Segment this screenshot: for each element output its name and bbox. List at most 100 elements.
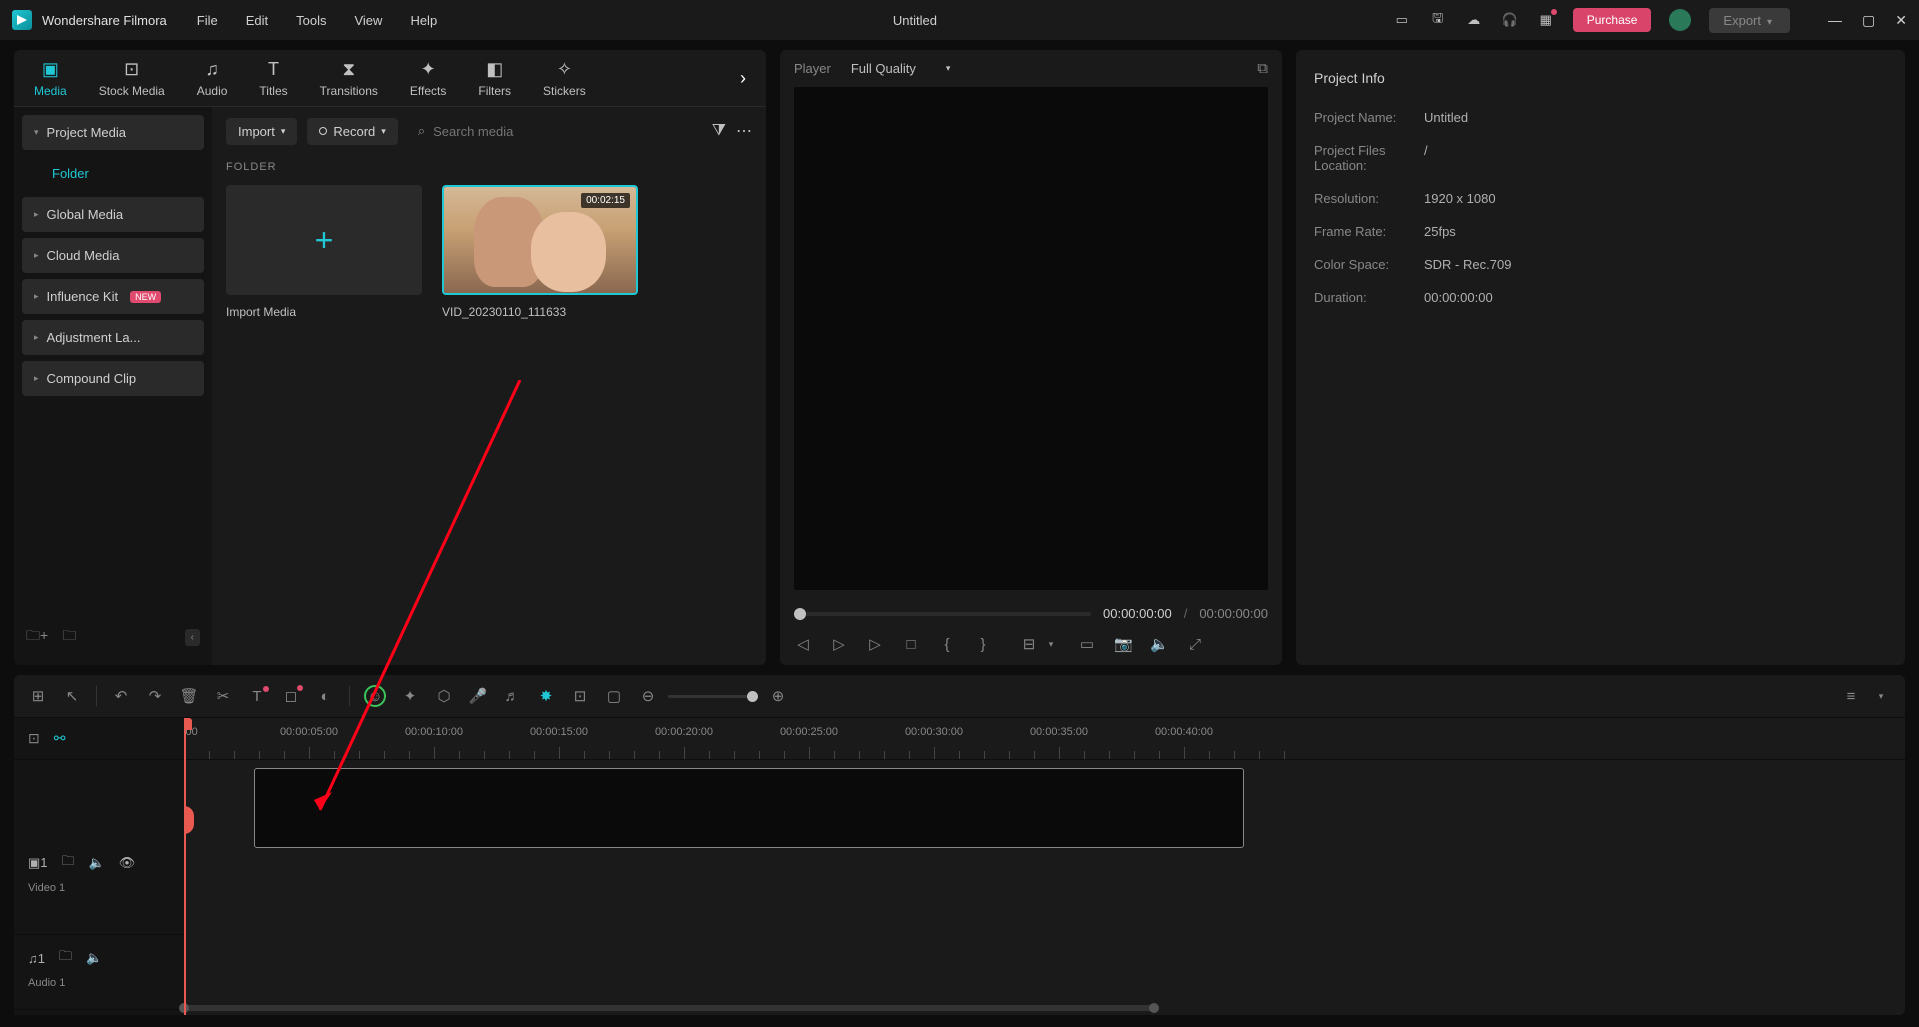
record-button[interactable]: Record ▾ [307, 118, 397, 145]
screen-icon[interactable]: ▭ [1078, 635, 1096, 653]
audio-track-header[interactable]: ♫1 🗀 🔈 Audio 1 [14, 935, 184, 1010]
ai-icon[interactable]: ☺ [364, 685, 386, 707]
support-icon[interactable]: 🎧 [1501, 11, 1519, 29]
menu-view[interactable]: View [354, 13, 382, 28]
minimize-button[interactable]: — [1828, 12, 1842, 29]
sidebar-item-folder[interactable]: Folder [22, 156, 204, 191]
tab-effects[interactable]: ✦Effects [410, 58, 446, 98]
lock-icon[interactable]: 🗀 [59, 947, 72, 969]
mute-icon[interactable]: 🔈 [89, 855, 105, 871]
fullscreen-icon[interactable]: ⤢ [1186, 636, 1204, 653]
tab-stickers[interactable]: ✧Stickers [543, 58, 586, 98]
sidebar-item-cloud-media[interactable]: ▸Cloud Media [22, 238, 204, 273]
mark-out-icon[interactable]: } [974, 636, 992, 653]
frame-icon[interactable]: ▢ [604, 687, 624, 705]
chevron-down-icon[interactable]: ▾ [1042, 639, 1060, 650]
chevron-down-icon[interactable]: ▾ [1871, 691, 1891, 702]
link-icon[interactable]: ⚯ [54, 730, 66, 747]
export-button[interactable]: Export [1709, 8, 1790, 33]
sidebar-item-compound-clip[interactable]: ▸Compound Clip [22, 361, 204, 396]
menu-edit[interactable]: Edit [246, 13, 268, 28]
apps-icon[interactable]: ▦ [1537, 11, 1555, 29]
display-icon[interactable]: ▭ [1393, 11, 1411, 29]
crop-icon[interactable]: ◻ [281, 687, 301, 705]
tab-filters[interactable]: ◧Filters [478, 58, 511, 98]
aspect-icon[interactable]: ⊟ [1020, 635, 1038, 653]
play-icon[interactable]: ▷ [866, 635, 884, 653]
redo-icon[interactable]: ↷ [145, 687, 165, 705]
undo-icon[interactable]: ↶ [111, 687, 131, 705]
menu-tools[interactable]: Tools [296, 13, 326, 28]
import-button[interactable]: Import ▾ [226, 118, 297, 145]
sidebar-item-influence-kit[interactable]: ▸Influence KitNEW [22, 279, 204, 314]
mark-in-icon[interactable]: { [938, 636, 956, 653]
more-icon[interactable]: ⋯ [736, 121, 752, 141]
zoom-slider[interactable] [668, 695, 758, 698]
visibility-icon[interactable]: 👁 [119, 855, 136, 871]
media-clip-tile[interactable]: 00:02:15 VID_20230110_111633 [442, 185, 638, 319]
sidebar-item-project-media[interactable]: ▾Project Media [22, 115, 204, 150]
zoom-out-icon[interactable]: ⊖ [638, 687, 658, 705]
mic-icon[interactable]: 🎤 [468, 687, 488, 705]
search-box[interactable]: ⌕ [408, 117, 702, 145]
playhead[interactable] [184, 718, 186, 1015]
grid-icon[interactable]: ⊞ [28, 687, 48, 705]
timeline-scrollbar[interactable] [184, 1005, 1895, 1011]
tab-titles[interactable]: TTitles [259, 58, 287, 98]
cloud-icon[interactable]: ☁ [1465, 11, 1483, 29]
menu-help[interactable]: Help [410, 13, 437, 28]
color-icon[interactable]: ◐ [315, 688, 335, 705]
video-track-header[interactable]: ▣1 🗀 🔈 👁 Video 1 [14, 840, 184, 935]
enhance-icon[interactable]: ✦ [400, 687, 420, 705]
timeline-tracks[interactable]: 00:0000:00:05:0000:00:10:0000:00:15:0000… [184, 718, 1905, 1015]
filter-icon[interactable]: ⧩ [712, 122, 726, 140]
player-viewport[interactable] [794, 87, 1268, 590]
tabs-more-icon[interactable]: › [740, 68, 746, 89]
tab-media[interactable]: ▣Media [34, 58, 67, 98]
snapshot-icon[interactable]: ⧉ [1257, 60, 1268, 77]
shield-icon[interactable]: ⬡ [434, 687, 454, 705]
tab-stock-media[interactable]: ⊡Stock Media [99, 58, 165, 98]
user-avatar[interactable] [1669, 9, 1691, 31]
mute-icon[interactable]: 🔈 [86, 950, 102, 966]
new-folder-icon[interactable]: 🗀+ [26, 625, 48, 649]
panel-tabs: ▣Media ⊡Stock Media ♫Audio TTitles ⧗Tran… [14, 50, 766, 107]
overlay-icon[interactable]: ⊡ [570, 687, 590, 705]
list-icon[interactable]: ≡ [1841, 688, 1861, 705]
next-frame-icon[interactable]: ▷ [830, 635, 848, 653]
quality-selector[interactable]: Full Quality▾ [851, 61, 951, 76]
save-icon[interactable]: 🖫 [1429, 11, 1447, 29]
sidebar-item-global-media[interactable]: ▸Global Media [22, 197, 204, 232]
seek-thumb[interactable] [794, 608, 806, 620]
seek-bar[interactable] [794, 612, 1091, 616]
zoom-in-icon[interactable]: ⊕ [768, 687, 788, 705]
text-icon[interactable]: T [247, 688, 267, 705]
purchase-button[interactable]: Purchase [1573, 8, 1652, 32]
folder-icon[interactable]: 🗀 [62, 625, 76, 649]
transitions-icon: ⧗ [338, 58, 360, 80]
tab-transitions[interactable]: ⧗Transitions [320, 58, 378, 98]
copy-icon[interactable]: ⊡ [28, 730, 40, 747]
menu-file[interactable]: File [197, 13, 218, 28]
cut-icon[interactable]: ✂ [213, 687, 233, 705]
close-button[interactable]: ✕ [1895, 12, 1907, 29]
maximize-button[interactable]: ▢ [1862, 12, 1875, 29]
volume-icon[interactable]: 🔈 [1150, 635, 1168, 653]
collapse-sidebar-icon[interactable]: ‹ [185, 629, 200, 646]
tab-audio[interactable]: ♫Audio [197, 58, 228, 98]
effect-icon[interactable]: ✸ [536, 687, 556, 705]
stop-icon[interactable]: □ [902, 636, 920, 653]
cursor-icon[interactable]: ↖ [62, 687, 82, 705]
camera-icon[interactable]: 📷 [1114, 635, 1132, 653]
drop-zone[interactable] [254, 768, 1244, 848]
music-icon[interactable]: ♬ [502, 688, 522, 705]
timeline-ruler[interactable]: 00:0000:00:05:0000:00:10:0000:00:15:0000… [184, 718, 1905, 760]
info-key: Resolution: [1314, 191, 1424, 206]
delete-icon[interactable]: 🗑 [179, 687, 199, 705]
prev-frame-icon[interactable]: ◁ [794, 635, 812, 653]
lock-icon[interactable]: 🗀 [62, 852, 75, 874]
import-media-tile[interactable]: + Import Media [226, 185, 422, 319]
record-dot-icon [319, 127, 327, 135]
sidebar-item-adjustment-layer[interactable]: ▸Adjustment La... [22, 320, 204, 355]
search-input[interactable] [433, 124, 692, 139]
